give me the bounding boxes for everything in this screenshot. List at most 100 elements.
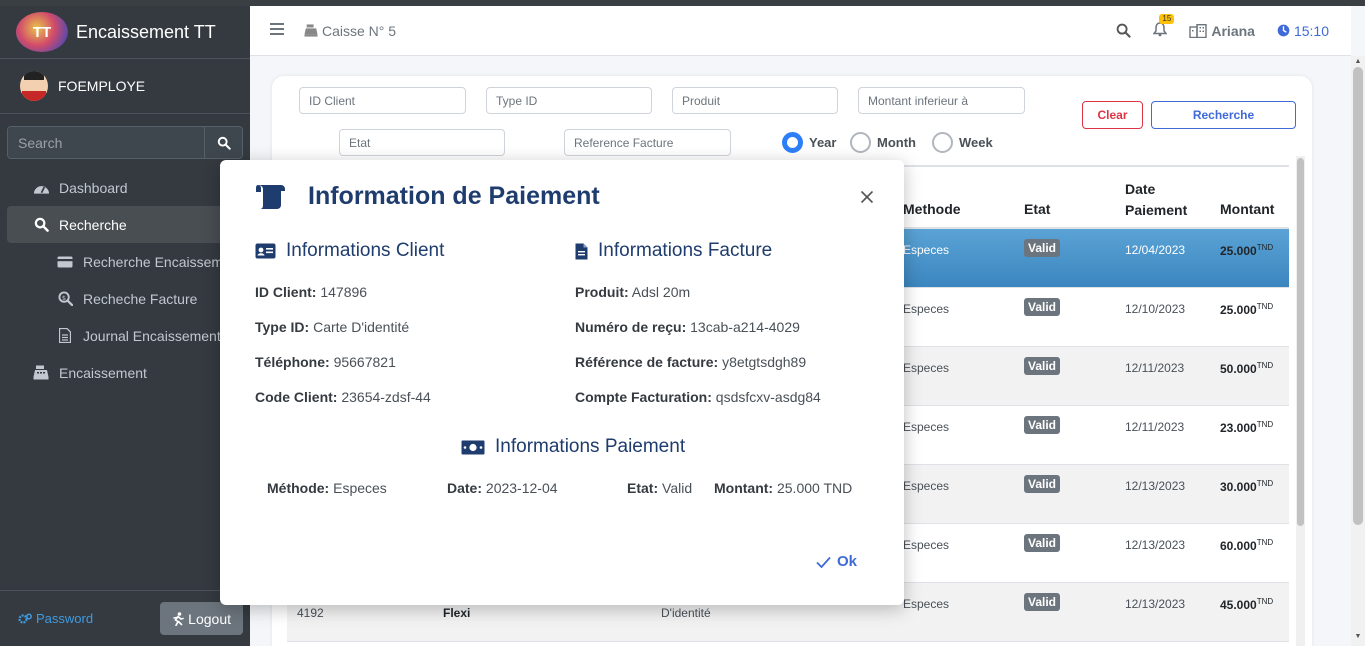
cell-produit: Flexi — [443, 606, 471, 620]
table-scrollbar-thumb[interactable] — [1297, 158, 1304, 526]
search-icon[interactable] — [1116, 23, 1131, 38]
check-icon — [816, 556, 831, 568]
gears-icon — [18, 613, 32, 624]
cell-date: 12/10/2023 — [1125, 302, 1186, 316]
header-right: 15 Ariana 15:10 — [1116, 13, 1351, 40]
radio-month[interactable]: Month — [850, 132, 916, 153]
etat-input[interactable] — [339, 129, 505, 156]
header-montant[interactable]: Montant — [1220, 201, 1274, 217]
montant-input[interactable] — [858, 87, 1025, 114]
paiement-section-heading: Informations Paiement — [461, 436, 685, 458]
facture-section-heading: Informations Facture — [575, 240, 772, 262]
radio-year[interactable]: Year — [782, 132, 836, 153]
facture-ref-field: Référence de facture: y8etgtsdgh89 — [575, 354, 807, 370]
sidebar-search — [7, 126, 243, 159]
sidebar-item-label: Recherche Encaissement — [83, 253, 243, 270]
logout-button[interactable]: Logout — [160, 602, 243, 635]
close-icon[interactable] — [860, 190, 874, 209]
user-name: FOEMPLOYE — [58, 78, 146, 94]
cell-type-id: D'identité — [661, 606, 711, 620]
sidebar-item-label: Journal Encaissement — [83, 327, 221, 344]
file-icon — [55, 328, 75, 343]
clock: 15:10 — [1277, 23, 1329, 39]
clock-icon — [1277, 24, 1290, 37]
credit-card-icon — [55, 256, 75, 268]
cell-methode: Especes — [903, 361, 950, 375]
cell-methode: Especes — [903, 597, 950, 611]
sidebar-item-label: Dashboard — [59, 179, 128, 196]
status-badge: Valid — [1024, 357, 1061, 375]
modal-title-text: Information de Paiement — [308, 182, 600, 210]
cell-methode: Especes — [903, 479, 950, 493]
app-logo: TT — [16, 12, 68, 52]
brand[interactable]: TT Encaissement TT — [0, 6, 250, 59]
sidebar-item-recherche-encaissement[interactable]: Recherche Encaissement — [7, 243, 243, 280]
dashboard-icon — [31, 181, 51, 195]
reference-facture-input[interactable] — [564, 129, 731, 156]
radio-week-label: Week — [959, 135, 993, 150]
status-badge: Valid — [1024, 593, 1061, 611]
cell-date: 12/11/2023 — [1125, 420, 1185, 434]
paiement-heading-text: Informations Paiement — [495, 436, 686, 457]
receipt-icon — [256, 184, 285, 209]
user-panel[interactable]: FOEMPLOYE — [0, 59, 250, 114]
cell-methode: Especes — [903, 243, 950, 257]
cell-methode: Especes — [903, 302, 950, 316]
cell-montant: 30.000TND — [1220, 479, 1274, 494]
time-label: 15:10 — [1293, 22, 1329, 39]
sidebar-item-recherche[interactable]: Recherche — [7, 206, 243, 243]
sidebar-item-recheche-facture[interactable]: $ Recheche Facture — [7, 280, 243, 317]
password-link[interactable]: Password — [18, 611, 93, 626]
notifications-button[interactable]: 15 — [1152, 13, 1175, 40]
app-title: Encaissement TT — [76, 21, 216, 42]
radio-week[interactable]: Week — [932, 132, 993, 153]
facture-produit-field: Produit: Adsl 20m — [575, 284, 691, 300]
avatar — [20, 71, 48, 101]
modal-title: Information de Paiement — [255, 182, 600, 211]
cell-montant: 23.000TND — [1220, 420, 1274, 435]
hamburger-icon[interactable] — [270, 22, 284, 40]
type-id-input[interactable] — [486, 87, 652, 114]
svg-text:$: $ — [61, 294, 65, 302]
logout-label: Logout — [188, 610, 231, 627]
recherche-button[interactable]: Recherche — [1151, 101, 1296, 129]
search-dollar-icon: $ — [55, 291, 75, 306]
sidebar-item-encaissement[interactable]: Encaissement — [7, 354, 243, 391]
clear-button[interactable]: Clear — [1082, 101, 1143, 129]
sidebar-search-button[interactable] — [204, 127, 242, 158]
page-scrollbar-thumb[interactable] — [1353, 67, 1363, 525]
id-client-input[interactable] — [299, 87, 466, 114]
client-type-field: Type ID: Carte D'identité — [255, 319, 410, 335]
cell-date: 12/13/2023 — [1125, 538, 1186, 552]
header-methode[interactable]: Methode — [903, 201, 961, 217]
ok-label: Ok — [837, 553, 858, 570]
cell-montant: 25.000TND — [1220, 243, 1274, 258]
top-header: Caisse N° 5 15 Ariana 15:10 — [250, 6, 1351, 56]
cell-methode: Especes — [903, 420, 950, 434]
cell-montant: 45.000TND — [1220, 597, 1274, 612]
sidebar-item-journal-encaissement[interactable]: Journal Encaissement — [7, 317, 243, 354]
top-strip — [0, 0, 1365, 6]
sidebar-search-input[interactable] — [8, 127, 204, 158]
sidebar-item-label: Recheche Facture — [83, 290, 198, 307]
paiement-methode-field: Méthode: Especes — [267, 480, 387, 496]
ok-button[interactable]: Ok — [816, 553, 857, 570]
status-badge: Valid — [1024, 416, 1061, 434]
sidebar-item-label: Encaissement — [59, 364, 147, 381]
scroll-down-arrow[interactable]: ▼ — [1353, 633, 1363, 643]
facture-heading-text: Informations Facture — [598, 240, 773, 261]
location-indicator: Ariana — [1189, 23, 1255, 39]
cell-date: 12/11/2023 — [1125, 361, 1185, 375]
bell-icon — [1152, 21, 1168, 36]
cell-montant: 60.000TND — [1220, 538, 1274, 553]
header-date-paiement[interactable]: Date Paiement — [1125, 179, 1195, 221]
cell-code-client: 4192 — [297, 606, 324, 620]
running-icon — [173, 611, 184, 626]
sidebar-nav: Dashboard Recherche Recherche Encaisseme… — [0, 169, 250, 391]
header-etat[interactable]: Etat — [1024, 201, 1050, 217]
sidebar-item-dashboard[interactable]: Dashboard — [7, 169, 243, 206]
cell-methode: Especes — [903, 538, 950, 552]
produit-input[interactable] — [672, 87, 838, 114]
status-badge: Valid — [1024, 534, 1061, 552]
status-badge: Valid — [1024, 298, 1061, 316]
